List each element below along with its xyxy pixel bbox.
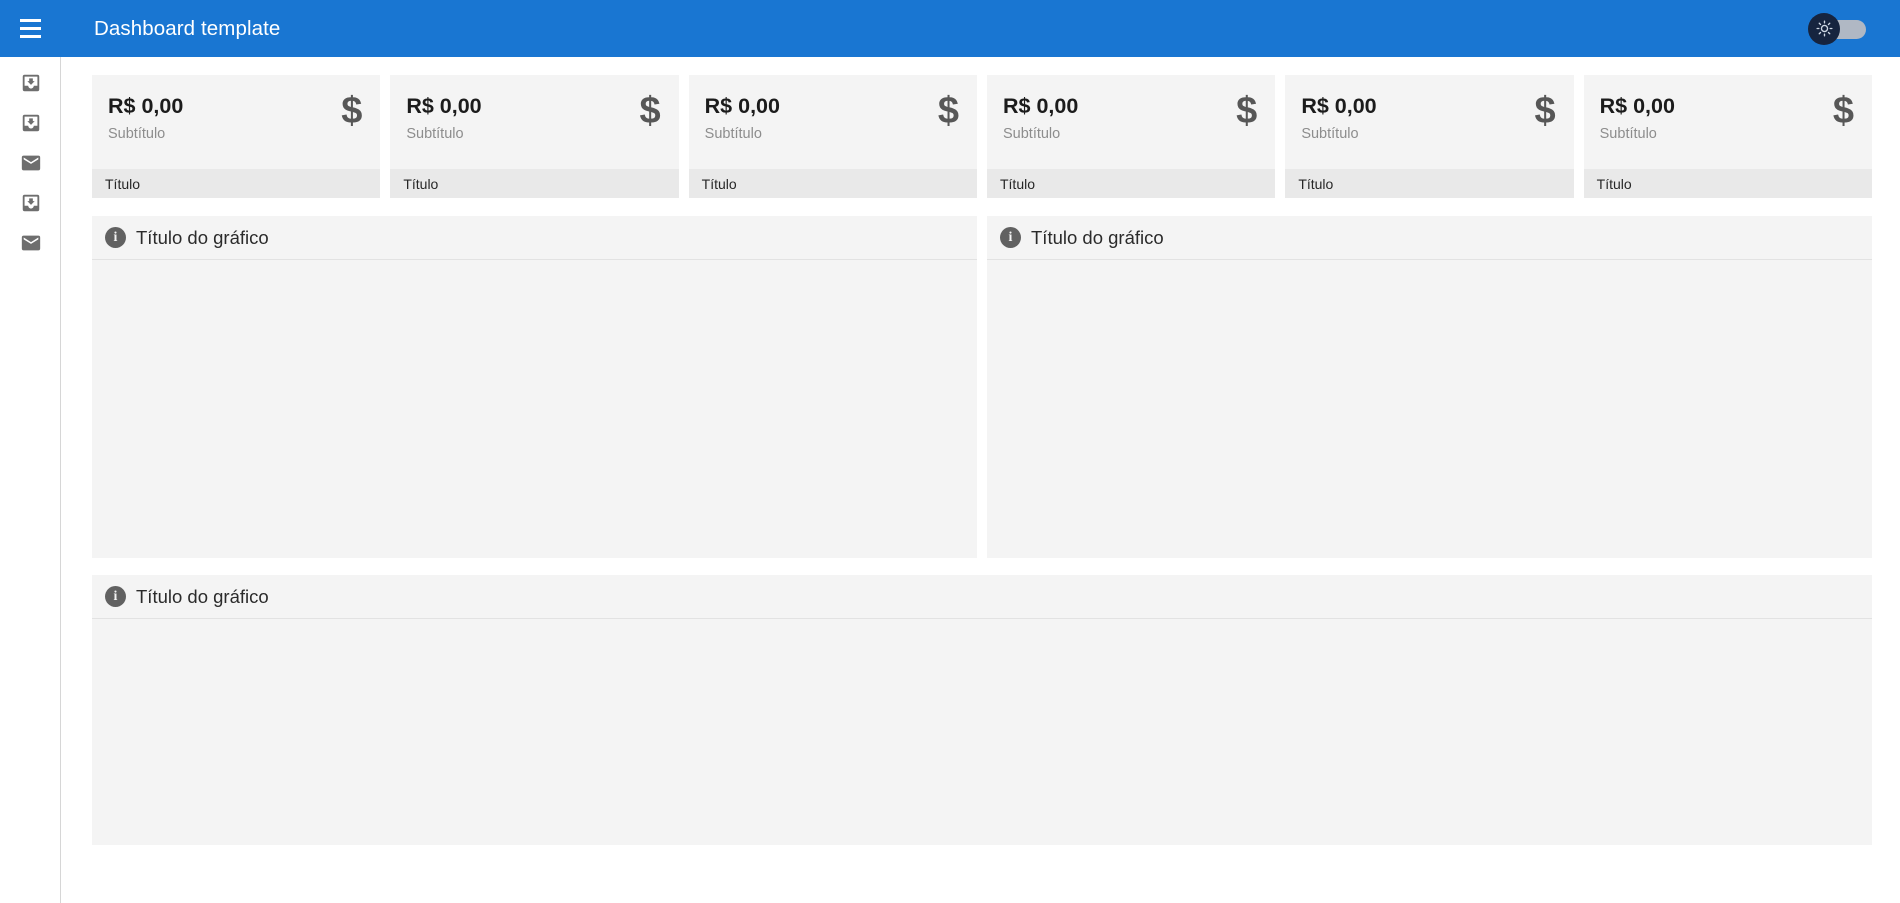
stat-card[interactable]: R$ 0,00 Subtítulo $ Título [688, 75, 977, 198]
sidebar-item-2[interactable] [0, 103, 61, 143]
stat-value: R$ 0,00 [406, 94, 482, 118]
stat-card[interactable]: R$ 0,00 Subtítulo $ Título [986, 75, 1276, 198]
dollar-icon: $ [937, 90, 959, 132]
stat-card-body: R$ 0,00 Subtítulo $ [92, 75, 380, 169]
stat-card-body: R$ 0,00 Subtítulo $ [987, 75, 1275, 169]
stat-subtitle: Subtítulo [1002, 125, 1061, 142]
stat-value: R$ 0,00 [108, 94, 184, 118]
toggle-thumb [1808, 12, 1840, 45]
stat-value: R$ 0,00 [1301, 94, 1377, 118]
stat-subtitle: Subtítulo [1599, 125, 1657, 142]
dollar-icon: $ [1236, 90, 1258, 132]
stat-card-body: R$ 0,00 Subtítulo $ [1584, 75, 1872, 169]
stat-card-title: Título [1583, 169, 1872, 198]
menu-bar-1 [19, 19, 41, 22]
menu-bar-3 [19, 35, 41, 38]
chart-card[interactable]: i Título do gráfico [92, 216, 977, 558]
move-to-inbox-icon [22, 74, 39, 92]
main-content: R$ 0,00 Subtítulo $ Título R$ 0,00 Subtí… [61, 57, 1900, 903]
stat-card-texts: R$ 0,00 Subtítulo [406, 94, 482, 142]
info-icon[interactable]: i [105, 586, 126, 607]
sidebar-item-4[interactable] [0, 183, 61, 223]
sidebar-item-3[interactable] [0, 143, 61, 183]
chart-card-header: i Título do gráfico [92, 216, 977, 260]
app-bar: Dashboard template [0, 0, 1900, 57]
stat-card-title: Título [986, 169, 1276, 198]
stat-card-row: R$ 0,00 Subtítulo $ Título R$ 0,00 Subtí… [92, 75, 1872, 198]
stat-subtitle: Subtítulo [704, 125, 762, 142]
dark-mode-toggle[interactable] [1808, 12, 1870, 46]
mail-icon [21, 155, 40, 171]
move-to-inbox-icon [22, 114, 39, 132]
stat-card-body: R$ 0,00 Subtítulo $ [689, 75, 977, 169]
info-icon[interactable]: i [105, 227, 126, 248]
dollar-icon: $ [1534, 90, 1556, 132]
dollar-icon: $ [1832, 90, 1854, 132]
chart-card-row-bottom: i Título do gráfico [92, 575, 1872, 845]
stat-card-texts: R$ 0,00 Subtítulo [1002, 94, 1079, 142]
dollar-icon: $ [639, 90, 661, 132]
stat-card-title: Título [390, 169, 679, 198]
stat-value: R$ 0,00 [1599, 94, 1675, 118]
chart-plot-area [92, 260, 977, 558]
chart-card[interactable]: i Título do gráfico [92, 575, 1872, 845]
chart-card-header: i Título do gráfico [92, 575, 1872, 619]
sidebar [0, 57, 61, 903]
stat-card-title: Título [1285, 169, 1574, 198]
chart-title: Título do gráfico [1031, 226, 1164, 248]
stat-card[interactable]: R$ 0,00 Subtítulo $ Título [1583, 75, 1872, 198]
dollar-icon: $ [341, 90, 363, 132]
stat-subtitle: Subtítulo [406, 125, 464, 142]
stat-card[interactable]: R$ 0,00 Subtítulo $ Título [390, 75, 679, 198]
stat-card-body: R$ 0,00 Subtítulo $ [390, 75, 678, 169]
chart-plot-area [987, 260, 1872, 558]
chart-card-row: i Título do gráfico i Título do gráfico [92, 216, 1872, 558]
stat-card-texts: R$ 0,00 Subtítulo [704, 94, 780, 142]
stat-card[interactable]: R$ 0,00 Subtítulo $ Título [1285, 75, 1574, 198]
stat-card-title: Título [92, 169, 381, 198]
chart-card-header: i Título do gráfico [987, 216, 1872, 260]
stat-card-body: R$ 0,00 Subtítulo $ [1285, 75, 1573, 169]
stat-card-title: Título [688, 169, 977, 198]
stat-subtitle: Subtítulo [108, 125, 166, 142]
chart-card[interactable]: i Título do gráfico [987, 216, 1872, 558]
menu-bar-2 [19, 27, 41, 30]
chart-title: Título do gráfico [136, 226, 269, 248]
hamburger-menu-icon[interactable] [6, 5, 54, 53]
sidebar-item-5[interactable] [0, 223, 61, 263]
sidebar-item-1[interactable] [0, 63, 61, 103]
stat-value: R$ 0,00 [704, 94, 780, 118]
stat-subtitle: Subtítulo [1301, 125, 1359, 142]
info-icon[interactable]: i [1000, 227, 1021, 248]
stat-card-texts: R$ 0,00 Subtítulo [1301, 94, 1377, 142]
chart-title: Título do gráfico [136, 585, 269, 607]
mail-icon [21, 235, 40, 251]
move-to-inbox-icon [22, 194, 39, 212]
sun-icon [1815, 20, 1833, 37]
chart-plot-area [92, 619, 1872, 845]
page-title: Dashboard template [94, 16, 281, 40]
stat-card-texts: R$ 0,00 Subtítulo [108, 94, 184, 142]
stat-card-texts: R$ 0,00 Subtítulo [1599, 94, 1675, 142]
stat-card[interactable]: R$ 0,00 Subtítulo $ Título [92, 75, 381, 198]
stat-value: R$ 0,00 [1002, 94, 1079, 118]
